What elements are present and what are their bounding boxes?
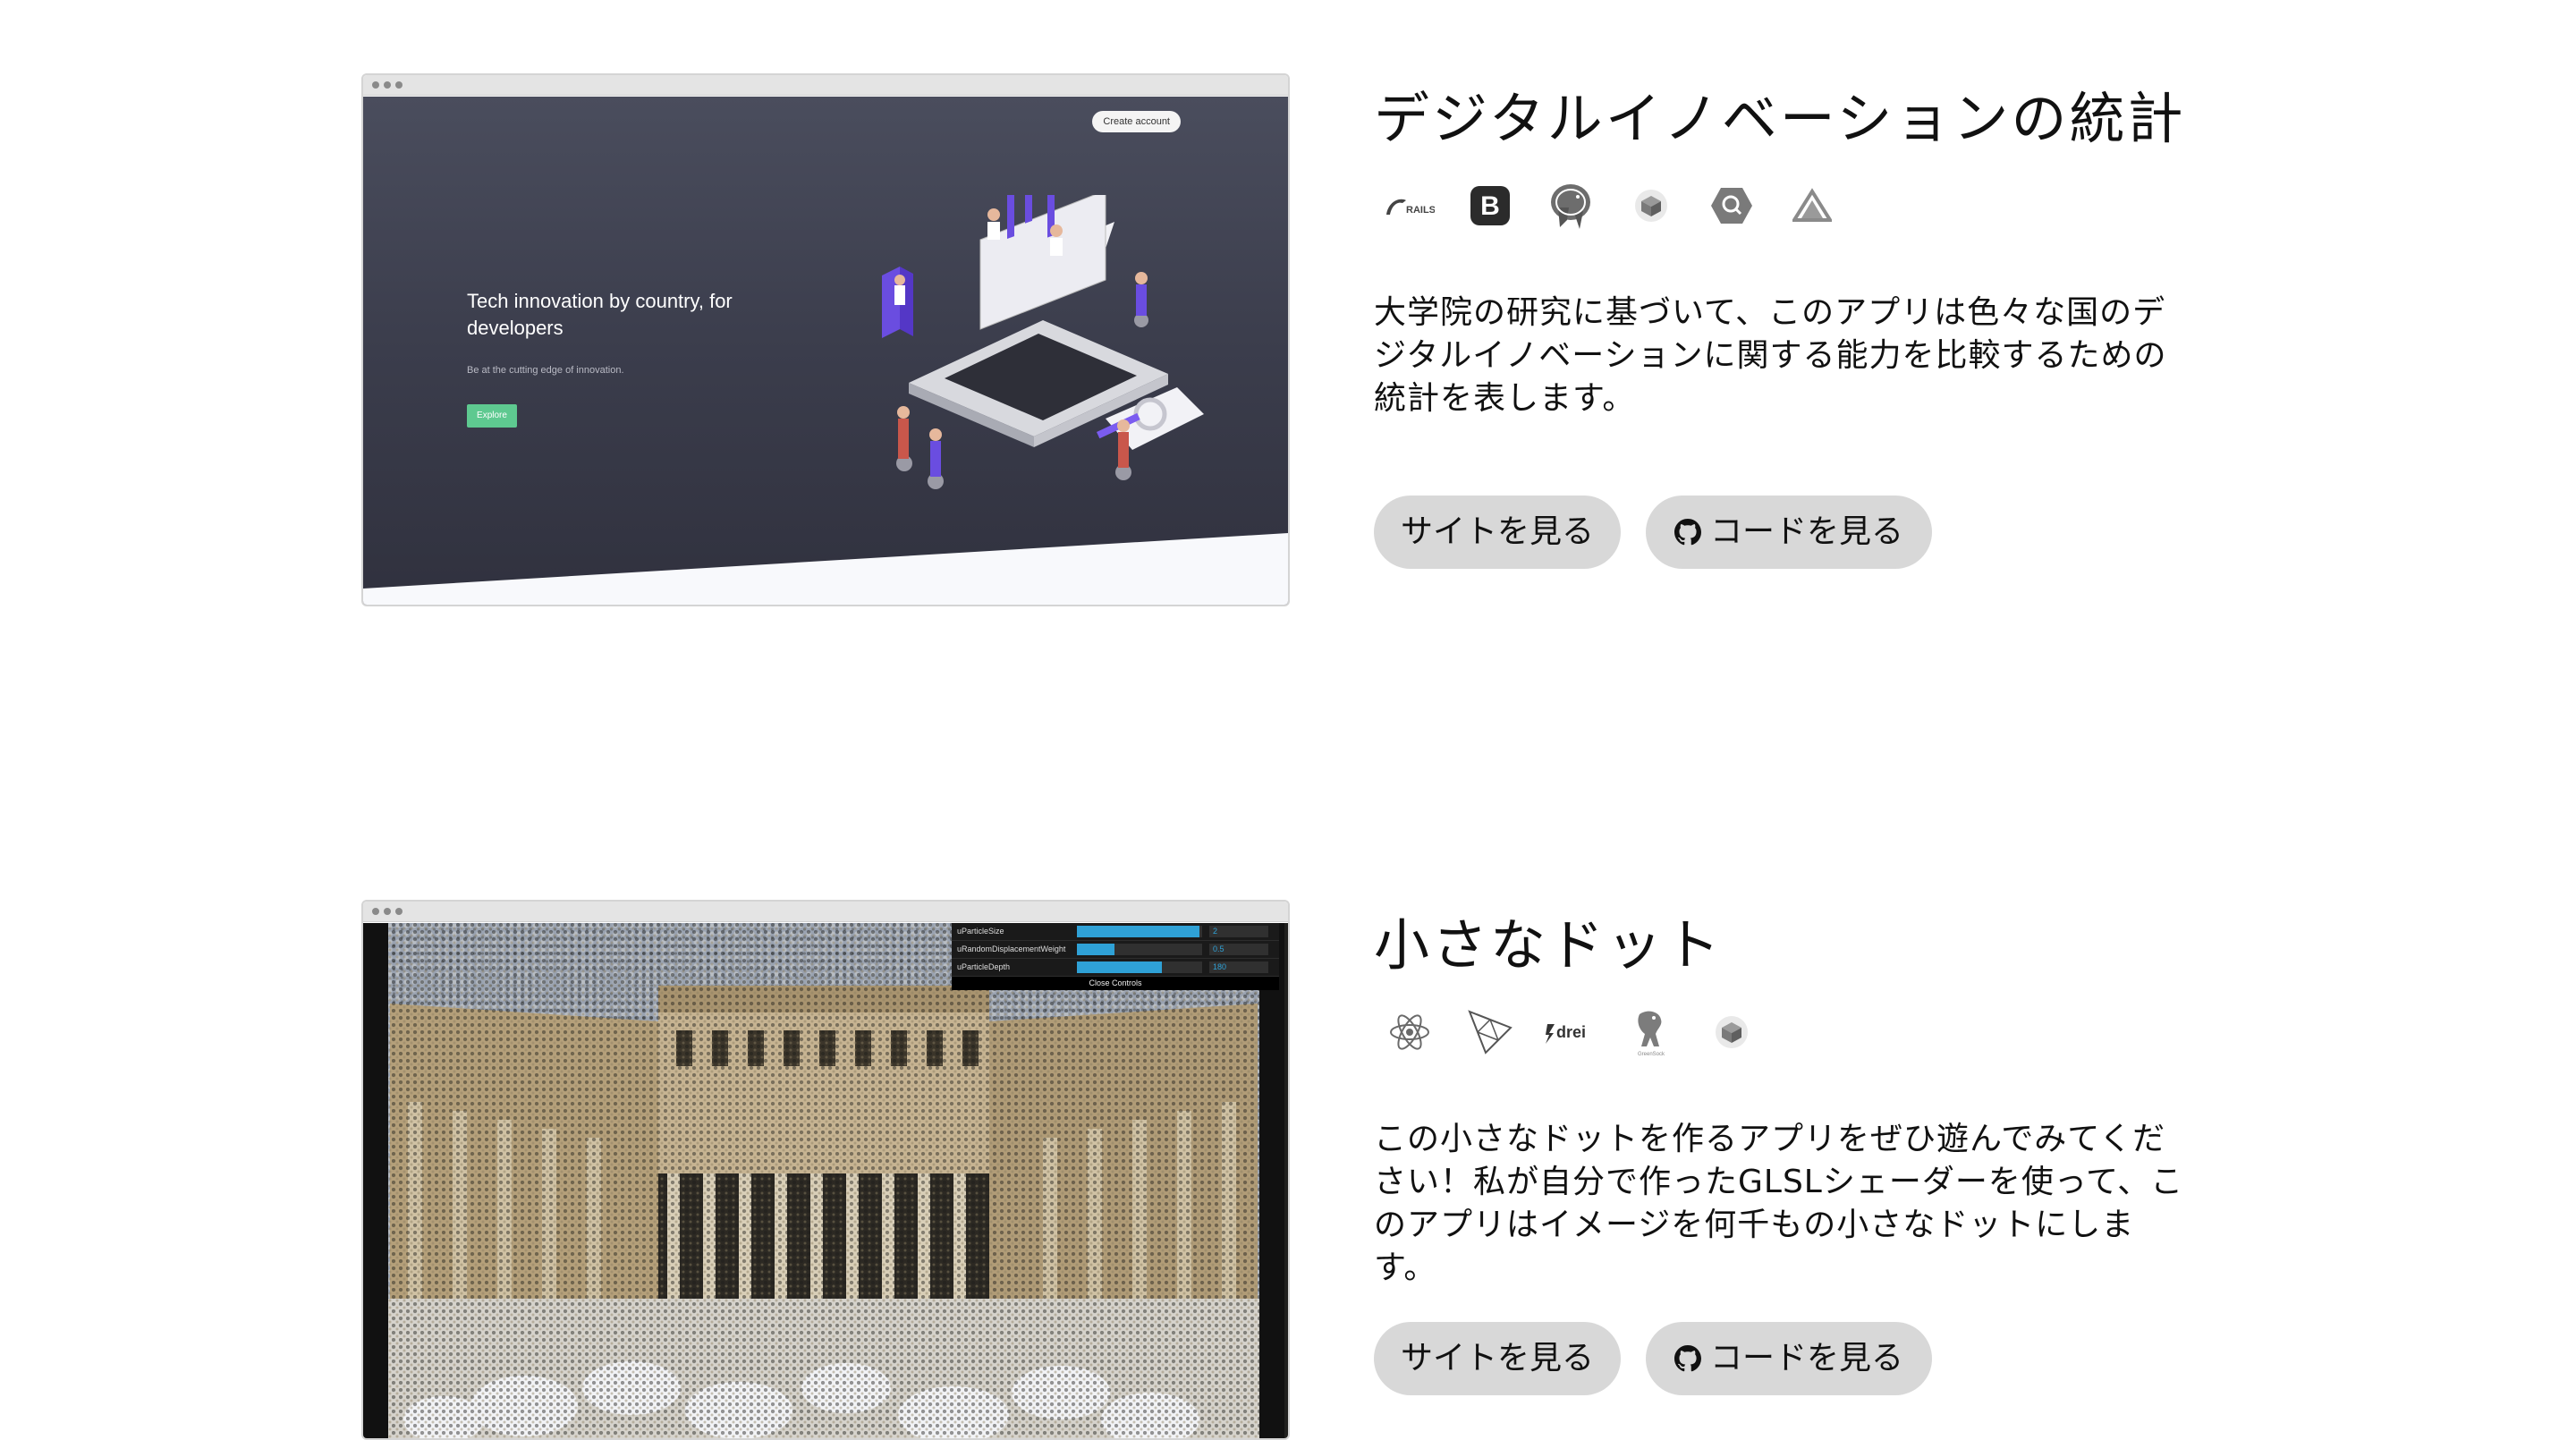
- control-particle-depth[interactable]: uParticleDepth 180: [952, 959, 1279, 977]
- slider-track[interactable]: [1077, 926, 1202, 937]
- postgresql-icon: [1544, 179, 1597, 233]
- project-title: 小さなドット: [1374, 912, 1724, 978]
- github-icon: [1674, 519, 1701, 546]
- control-random-displacement[interactable]: uRandomDisplacementWeight 0.5: [952, 941, 1279, 959]
- slider-fill: [1077, 944, 1114, 955]
- cube-icon: [1705, 1005, 1758, 1059]
- control-particle-size[interactable]: uParticleSize 2: [952, 923, 1279, 941]
- screenshot-content: uParticleSize 2 uRandomDisplacementWeigh…: [363, 923, 1288, 1438]
- project-card-tiny-dots: uParticleSize 2 uRandomDisplacementWeigh…: [0, 826, 2576, 1440]
- control-label: uRandomDisplacementWeight: [957, 944, 1066, 953]
- explore-button: Explore: [467, 404, 517, 428]
- rails-icon: RAILS: [1383, 179, 1436, 233]
- control-label: uParticleDepth: [957, 962, 1011, 971]
- create-account-button: Create account: [1092, 111, 1181, 132]
- drei-icon: drei: [1544, 1005, 1597, 1059]
- view-code-label: コードを見る: [1709, 513, 1903, 550]
- screenshot-content: Create account Tech innovation by countr…: [363, 97, 1288, 605]
- project-card-digital-innovation: Create account Tech innovation by countr…: [0, 0, 2576, 644]
- svg-text:drei: drei: [1556, 1023, 1586, 1041]
- slider-track[interactable]: [1077, 961, 1202, 973]
- slider-value[interactable]: 2: [1209, 926, 1268, 937]
- view-site-button[interactable]: サイトを見る: [1374, 496, 1621, 569]
- aws-amplify-icon: [1785, 179, 1839, 233]
- slider-value[interactable]: 0.5: [1209, 944, 1268, 955]
- project-screenshot[interactable]: Create account Tech innovation by countr…: [361, 73, 1290, 606]
- view-code-button[interactable]: コードを見る: [1646, 496, 1932, 569]
- close-controls-button[interactable]: Close Controls: [952, 977, 1279, 990]
- project-description: この小さなドットを作るアプリをぜひ遊んでみてください！私が自分で作ったGLSLシ…: [1374, 1121, 2184, 1286]
- threejs-cube-icon: [1624, 179, 1678, 233]
- view-site-button[interactable]: サイトを見る: [1374, 1322, 1621, 1395]
- project-description: 大学院の研究に基づいて、このアプリは色々な国のデジタルイノベーションに関する能力…: [1374, 294, 2167, 417]
- view-site-label: サイトを見る: [1401, 1340, 1595, 1376]
- slider-value[interactable]: 180: [1209, 961, 1268, 973]
- hero-wedge: [363, 533, 1288, 605]
- gui-controls-panel[interactable]: uParticleSize 2 uRandomDisplacementWeigh…: [952, 923, 1279, 990]
- greensock-icon: GreenSock: [1624, 1005, 1678, 1059]
- browser-bar: [363, 75, 1288, 96]
- view-code-label: コードを見る: [1709, 1340, 1903, 1376]
- hero-title: Tech innovation by country, for develope…: [467, 290, 733, 339]
- view-code-button[interactable]: コードを見る: [1646, 1322, 1932, 1395]
- threejs-icon: [1463, 1005, 1517, 1059]
- svg-text:B: B: [1480, 191, 1500, 221]
- view-site-label: サイトを見る: [1401, 513, 1595, 550]
- particle-image: [363, 923, 1284, 1438]
- slider-fill: [1077, 926, 1200, 937]
- project-screenshot[interactable]: uParticleSize 2 uRandomDisplacementWeigh…: [361, 900, 1290, 1440]
- svg-text:GreenSock: GreenSock: [1638, 1052, 1665, 1057]
- tech-stack: drei GreenSock: [1383, 1005, 1758, 1059]
- github-icon: [1674, 1345, 1701, 1372]
- slider-track[interactable]: [1077, 944, 1202, 955]
- react-icon: [1383, 1005, 1436, 1059]
- tech-stack: RAILS B: [1383, 179, 1839, 233]
- hero-subtitle: Be at the cutting edge of innovation.: [467, 365, 624, 376]
- bootstrap-icon: B: [1463, 179, 1517, 233]
- search-api-icon: [1705, 179, 1758, 233]
- laptop-illustration-icon: [882, 195, 1204, 489]
- browser-bar: [363, 902, 1288, 922]
- control-label: uParticleSize: [957, 927, 1004, 936]
- slider-fill: [1077, 961, 1163, 973]
- svg-text:RAILS: RAILS: [1406, 205, 1435, 216]
- project-title: デジタルイノベーションの統計: [1374, 86, 2186, 151]
